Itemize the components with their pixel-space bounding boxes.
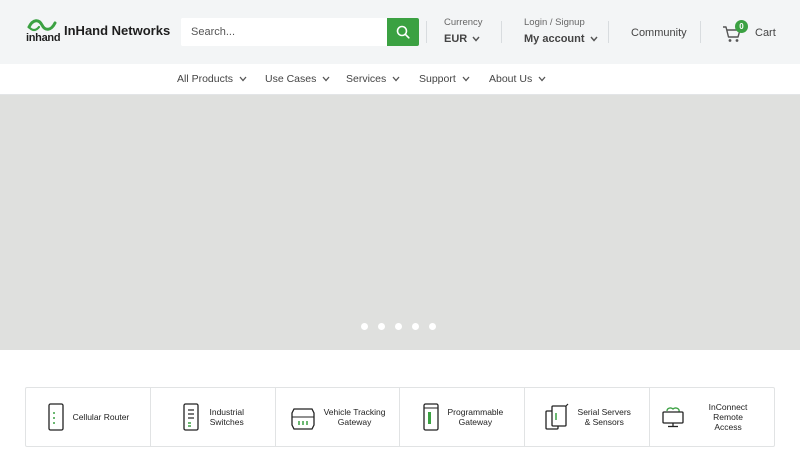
search-icon bbox=[396, 25, 410, 39]
carousel-dot[interactable] bbox=[395, 323, 402, 330]
chevron-down-icon bbox=[462, 76, 470, 82]
nav-item-label: About Us bbox=[489, 73, 533, 85]
brand-mark-text: inhand bbox=[26, 32, 61, 44]
hero-carousel bbox=[0, 95, 800, 350]
chevron-down-icon bbox=[322, 76, 330, 82]
nav-item-services[interactable]: Services bbox=[346, 73, 400, 85]
chevron-down-icon bbox=[472, 36, 480, 42]
category-vehicle-tracking-gateway[interactable]: Vehicle Tracking Gateway bbox=[276, 388, 401, 446]
site-header: inhand InHand Networks Currency EUR Logi… bbox=[0, 0, 800, 64]
chevron-down-icon bbox=[239, 76, 247, 82]
account-value-row: My account bbox=[524, 33, 598, 45]
carousel-dot[interactable] bbox=[361, 323, 368, 330]
category-label: Industrial Switches bbox=[209, 407, 244, 427]
nav-item-support[interactable]: Support bbox=[419, 73, 470, 85]
currency-selector[interactable]: Currency EUR bbox=[444, 17, 483, 45]
programmable-gateway-icon bbox=[422, 403, 439, 431]
header-divider bbox=[700, 21, 701, 43]
currency-value-row: EUR bbox=[444, 33, 483, 45]
cellular-router-icon bbox=[47, 403, 64, 431]
nav-item-all-products[interactable]: All Products bbox=[177, 73, 247, 85]
nav-item-use-cases[interactable]: Use Cases bbox=[265, 73, 330, 85]
account-value: My account bbox=[524, 33, 585, 45]
vehicle-tracking-icon bbox=[290, 408, 315, 430]
brand-logo[interactable]: inhand InHand Networks bbox=[26, 18, 170, 46]
cart-count-badge: 0 bbox=[735, 20, 748, 33]
carousel-dot[interactable] bbox=[412, 323, 419, 330]
cart-button[interactable]: 0 Cart bbox=[722, 20, 782, 46]
chevron-down-icon bbox=[589, 36, 598, 42]
account-menu[interactable]: Login / Signup My account bbox=[524, 17, 598, 45]
search-bar bbox=[181, 18, 419, 46]
cart-label: Cart bbox=[755, 27, 776, 39]
category-label: Vehicle Tracking Gateway bbox=[323, 407, 386, 427]
carousel-dot[interactable] bbox=[429, 323, 436, 330]
carousel-dot[interactable] bbox=[378, 323, 385, 330]
category-inconnect-remote-access[interactable]: InConnect Remote Access bbox=[650, 388, 774, 446]
category-serial-servers-sensors[interactable]: Serial Servers & Sensors bbox=[525, 388, 651, 446]
community-link[interactable]: Community bbox=[631, 27, 687, 39]
category-programmable-gateway[interactable]: Programmable Gateway bbox=[400, 388, 526, 446]
category-label: Programmable Gateway bbox=[447, 407, 504, 427]
header-divider bbox=[426, 21, 427, 43]
main-nav: All Products Use Cases Services Support … bbox=[0, 64, 800, 95]
nav-item-label: Services bbox=[346, 73, 387, 85]
header-divider bbox=[608, 21, 609, 43]
search-input[interactable] bbox=[181, 18, 387, 46]
category-cellular-router[interactable]: Cellular Router bbox=[26, 388, 151, 446]
nav-item-label: Use Cases bbox=[265, 73, 317, 85]
header-divider bbox=[501, 21, 502, 43]
account-label: Login / Signup bbox=[524, 17, 585, 28]
brand-name: InHand Networks bbox=[64, 23, 171, 38]
category-industrial-switches[interactable]: Industrial Switches bbox=[151, 388, 276, 446]
category-label: InConnect Remote Access bbox=[708, 402, 748, 432]
carousel-pagination bbox=[361, 323, 436, 330]
remote-access-icon bbox=[662, 407, 684, 428]
chevron-down-icon bbox=[538, 76, 546, 82]
currency-label: Currency bbox=[444, 17, 483, 28]
search-button[interactable] bbox=[387, 18, 419, 46]
currency-value: EUR bbox=[444, 33, 468, 45]
nav-item-about-us[interactable]: About Us bbox=[489, 73, 546, 85]
category-label: Cellular Router bbox=[72, 412, 130, 422]
serial-server-icon bbox=[544, 403, 568, 430]
product-category-strip: Cellular Router Industrial Switches Vehic… bbox=[25, 387, 775, 447]
nav-item-label: All Products bbox=[177, 73, 234, 85]
industrial-switch-icon bbox=[183, 403, 200, 431]
category-label: Serial Servers & Sensors bbox=[577, 407, 631, 427]
nav-item-label: Support bbox=[419, 73, 456, 85]
chevron-down-icon bbox=[392, 76, 400, 82]
